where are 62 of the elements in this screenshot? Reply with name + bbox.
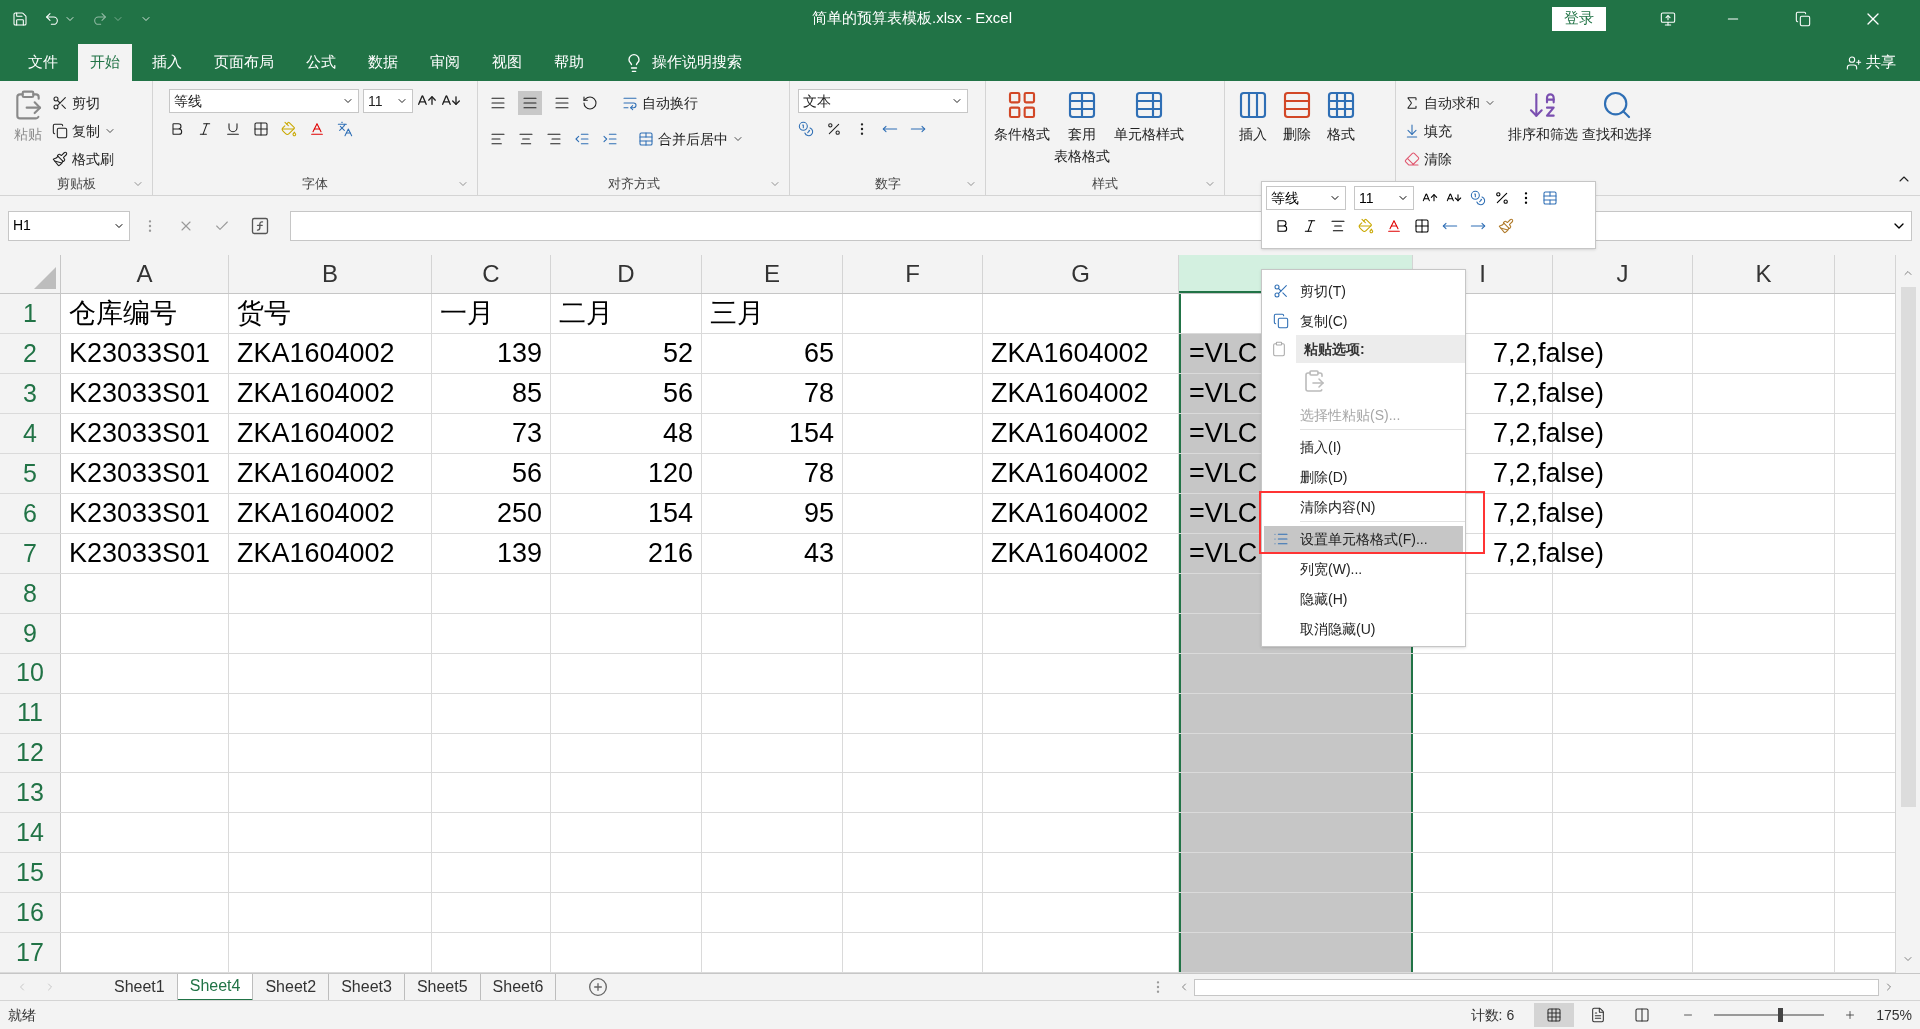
cell-text: =VLC xyxy=(1189,457,1258,491)
cell-text: 216 xyxy=(647,537,693,571)
cell-text: 120 xyxy=(647,457,693,491)
cell-text: =VLC xyxy=(1189,417,1258,451)
cell-text: 139 xyxy=(496,337,542,371)
cell-text: 7,2,false) xyxy=(1493,337,1605,371)
cell-text: 73 xyxy=(511,417,542,451)
cell-text: 二月 xyxy=(559,297,613,331)
cell-text: 52 xyxy=(662,337,693,371)
cell-text: 78 xyxy=(803,457,834,491)
cell-text: 139 xyxy=(496,537,542,571)
cell-text: 56 xyxy=(511,457,542,491)
cell-text: 7,2,false) xyxy=(1493,417,1605,451)
cell-text: 95 xyxy=(803,497,834,531)
cell-text: =VLC xyxy=(1189,497,1258,531)
cell-text: ZKA1604002 xyxy=(991,537,1149,571)
group-label: 字体 xyxy=(302,175,328,194)
cell-text: K23033S01 xyxy=(69,377,211,411)
cell-text: 43 xyxy=(803,537,834,571)
cell-text: ZKA1604002 xyxy=(991,337,1149,371)
cell-text: 7,2,false) xyxy=(1493,537,1605,571)
status-text: 就绪 xyxy=(8,1005,36,1025)
cell-text: 56 xyxy=(662,377,693,411)
group-label: 样式 xyxy=(1092,175,1118,194)
cell-text: ZKA1604002 xyxy=(991,377,1149,411)
cell-text: 三月 xyxy=(710,297,764,331)
cell-text: ZKA1604002 xyxy=(991,457,1149,491)
cell-text: ZKA1604002 xyxy=(237,497,395,531)
cell-text: ZKA1604002 xyxy=(237,457,395,491)
cell-text: 7,2,false) xyxy=(1493,497,1605,531)
menu-section-header: 粘贴选项: xyxy=(1296,335,1465,363)
cell-text: ZKA1604002 xyxy=(237,377,395,411)
cell-text: ZKA1604002 xyxy=(237,537,395,571)
cell-text: ZKA1604002 xyxy=(237,417,395,451)
cell-text: K23033S01 xyxy=(69,497,211,531)
cell-text: =VLC xyxy=(1189,377,1258,411)
cell-text: K23033S01 xyxy=(69,417,211,451)
cell-text: ZKA1604002 xyxy=(237,337,395,371)
cell-text: 85 xyxy=(511,377,542,411)
cell-text: 48 xyxy=(662,417,693,451)
cell-text: K23033S01 xyxy=(69,537,211,571)
cell-text: 250 xyxy=(496,497,542,531)
window-title: 简单的预算表模板.xlsx - Excel xyxy=(812,8,1012,29)
cell-text: ZKA1604002 xyxy=(991,417,1149,451)
cell-text: ZKA1604002 xyxy=(991,497,1149,531)
group-label: 数字 xyxy=(874,175,901,194)
cell-text: 154 xyxy=(788,417,834,451)
cell-text: 7,2,false) xyxy=(1493,457,1605,491)
cell-text: =VLC xyxy=(1189,537,1258,571)
cell-text: 货号 xyxy=(237,297,291,331)
cell-text: K23033S01 xyxy=(69,337,211,371)
cell-text: 7,2,false) xyxy=(1493,377,1605,411)
cell-text: 仓库编号 xyxy=(69,297,177,331)
group-label: 对齐方式 xyxy=(607,175,660,194)
cell-text: 78 xyxy=(803,377,834,411)
cell-text: 一月 xyxy=(440,297,494,331)
cell-text: K23033S01 xyxy=(69,457,211,491)
cell-text: 65 xyxy=(803,337,834,371)
cell-text: 154 xyxy=(647,497,693,531)
group-label: 剪贴板 xyxy=(56,175,96,194)
cell-text: =VLC xyxy=(1189,337,1258,371)
count-text: 计数: 6 xyxy=(1470,1005,1515,1025)
